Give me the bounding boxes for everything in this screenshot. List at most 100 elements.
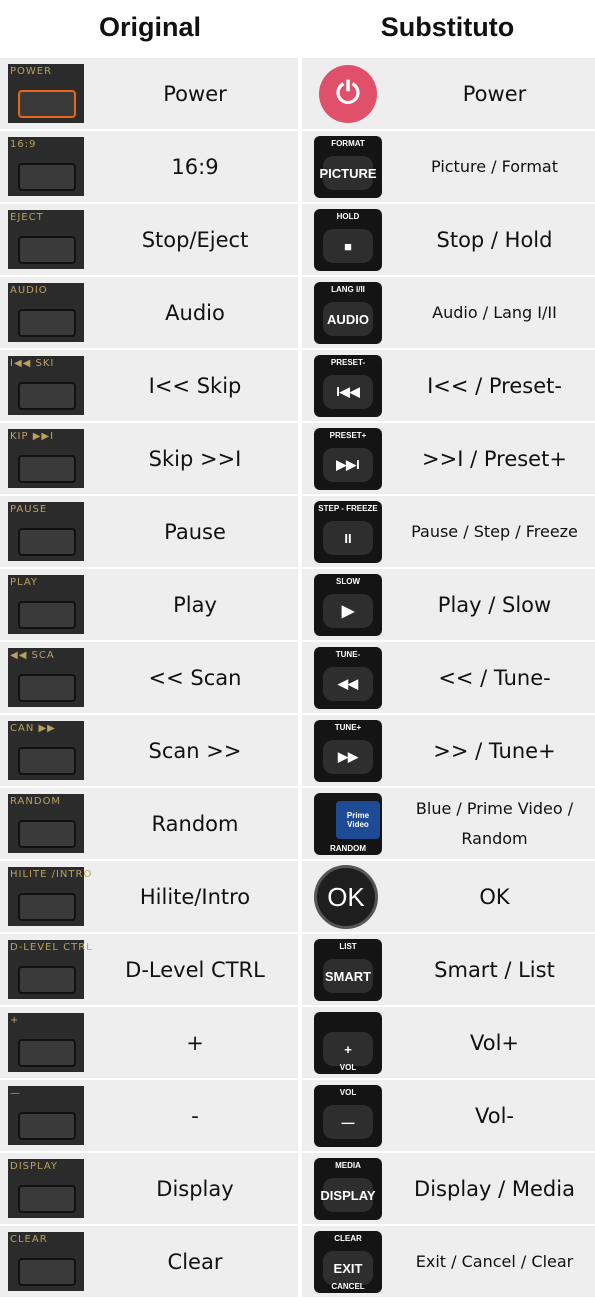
substitute-label: OK <box>479 884 510 909</box>
original-button-caption: DISPLAY <box>10 1161 59 1172</box>
original-cell: + + <box>0 1007 298 1078</box>
substitute-cell: + VOL Vol+ <box>302 1007 595 1078</box>
substitute-cell: ⏻ Power <box>302 58 595 129</box>
original-key-shape <box>18 601 76 629</box>
substitute-label: >> / Tune+ <box>433 738 556 763</box>
prime-video-button-icon: Prime Video RANDOM <box>314 793 382 855</box>
original-label: Scan >> <box>148 738 242 763</box>
substitute-cell: TUNE+ ▶▶ >> / Tune+ <box>302 715 595 786</box>
original-label: Pause <box>164 519 226 544</box>
table-row: HILITE /INTRO Hilite/Intro OK OK <box>0 861 595 932</box>
substitute-button-icon: PRESET+ ▶▶I <box>314 428 382 490</box>
original-cell: PLAY Play <box>0 569 298 640</box>
table-row: I◀◀ SKI I<< Skip PRESET- I◀◀ I<< / Preset- <box>0 350 595 421</box>
substitute-top-caption: CLEAR <box>334 1234 362 1243</box>
substitute-label: << / Tune- <box>438 665 551 690</box>
ok-button-icon: OK <box>314 865 378 929</box>
original-key-shape <box>18 455 76 483</box>
substitute-button-icon: + VOL <box>314 1012 382 1074</box>
original-label: I<< Skip <box>148 373 242 398</box>
substitute-label: Vol+ <box>469 1030 519 1055</box>
original-key-shape <box>18 309 76 337</box>
substitute-button-icon: TUNE+ ▶▶ <box>314 720 382 782</box>
original-button-image: CLEAR <box>0 1226 92 1297</box>
substitute-button-image: SLOW ▶ <box>302 569 394 640</box>
original-button-caption: PLAY <box>10 577 39 588</box>
substitute-button-icon: HOLD ■ <box>314 209 382 271</box>
substitute-button-icon: STEP - FREEZE II <box>314 501 382 563</box>
original-key-shape <box>18 966 76 994</box>
original-label: - <box>191 1103 199 1128</box>
table-row: 16:9 16:9 FORMAT PICTURE Picture / Format <box>0 131 595 202</box>
substitute-key: ▶ <box>323 594 373 628</box>
substitute-button-image: VOL — <box>302 1080 394 1151</box>
table-header: Original Substituto <box>0 0 595 54</box>
substitute-key: AUDIO <box>323 302 373 336</box>
original-button-caption: HILITE /INTRO <box>10 869 93 880</box>
substitute-cell: LIST SMART Smart / List <box>302 934 595 1005</box>
substitute-cell: STEP - FREEZE II Pause / Step / Freeze <box>302 496 595 567</box>
original-button-image: — <box>0 1080 92 1151</box>
table-row: KIP ▶▶I Skip >>I PRESET+ ▶▶I >>I / Preset+ <box>0 423 595 494</box>
substitute-label: Picture / Format <box>431 156 558 176</box>
original-button-icon: KIP ▶▶I <box>8 429 84 488</box>
substitute-top-caption: PRESET- <box>330 358 366 367</box>
substitute-key: EXIT <box>323 1251 373 1285</box>
original-button-image: 16:9 <box>0 131 92 202</box>
substitute-button-image: LANG I/II AUDIO <box>302 277 394 348</box>
original-button-icon: EJECT <box>8 210 84 269</box>
original-cell: D-LEVEL CTRL D-Level CTRL <box>0 934 298 1005</box>
original-button-image: + <box>0 1007 92 1078</box>
substitute-button-image: ⏻ <box>302 58 394 129</box>
substitute-label: Smart / List <box>434 957 555 982</box>
power-icon: ⏻ <box>319 65 377 123</box>
original-button-image: RANDOM <box>0 788 92 859</box>
substitute-cell: PRESET+ ▶▶I >>I / Preset+ <box>302 423 595 494</box>
original-cell: I◀◀ SKI I<< Skip <box>0 350 298 421</box>
substitute-top-caption: STEP - FREEZE <box>318 504 378 513</box>
original-button-icon: PLAY <box>8 575 84 634</box>
original-key-shape <box>18 820 76 848</box>
substitute-button-image: PRESET- I◀◀ <box>302 350 394 421</box>
original-button-icon: AUDIO <box>8 283 84 342</box>
original-button-caption: KIP ▶▶I <box>10 431 55 442</box>
original-button-icon: CAN ▶▶ <box>8 721 84 780</box>
original-cell: CAN ▶▶ Scan >> <box>0 715 298 786</box>
substitute-top-caption: LANG I/II <box>331 285 365 294</box>
table-row: PLAY Play SLOW ▶ Play / Slow <box>0 569 595 640</box>
substitute-label: Vol- <box>475 1103 514 1128</box>
substitute-label: Audio / Lang I/II <box>432 302 557 322</box>
original-cell: POWER Power <box>0 58 298 129</box>
original-cell: PAUSE Pause <box>0 496 298 567</box>
original-button-icon: D-LEVEL CTRL <box>8 940 92 999</box>
original-key-shape <box>18 893 76 921</box>
table-row: RANDOM Random Prime Video RANDOM Blue / Prim… <box>0 788 595 859</box>
substitute-cell: MEDIA DISPLAY Display / Media <box>302 1153 595 1224</box>
original-button-image: PAUSE <box>0 496 92 567</box>
substitute-key: II <box>323 521 373 555</box>
original-button-image: ◀◀ SCA <box>0 642 92 713</box>
table-row: EJECT Stop/Eject HOLD ■ Stop / Hold <box>0 204 595 275</box>
original-button-icon: — <box>8 1086 84 1145</box>
original-button-image: D-LEVEL CTRL <box>0 934 92 1005</box>
substitute-bottom-caption: VOL <box>339 1063 357 1072</box>
substitute-top-caption: LIST <box>339 942 357 951</box>
original-key-shape <box>18 528 76 556</box>
original-button-image: HILITE /INTRO <box>0 861 92 932</box>
substitute-key: ◀◀ <box>323 667 373 701</box>
original-cell: HILITE /INTRO Hilite/Intro <box>0 861 298 932</box>
table-row: ◀◀ SCA << Scan TUNE- ◀◀ << / Tune- <box>0 642 595 713</box>
original-button-icon: PAUSE <box>8 502 84 561</box>
substitute-bottom-caption: RANDOM <box>330 844 366 853</box>
original-label: Skip >>I <box>148 446 242 471</box>
original-cell: RANDOM Random <box>0 788 298 859</box>
original-button-icon: RANDOM <box>8 794 84 853</box>
original-label: Power <box>163 81 227 106</box>
header-original: Original <box>98 11 201 42</box>
table-row: D-LEVEL CTRL D-Level CTRL LIST SMART Smart /… <box>0 934 595 1005</box>
original-label: 16:9 <box>171 154 219 179</box>
table-row: AUDIO Audio LANG I/II AUDIO Audio / Lang I/I… <box>0 277 595 348</box>
table-row: POWER Power ⏻ Power <box>0 58 595 129</box>
substitute-button-icon: LANG I/II AUDIO <box>314 282 382 344</box>
original-button-image: EJECT <box>0 204 92 275</box>
